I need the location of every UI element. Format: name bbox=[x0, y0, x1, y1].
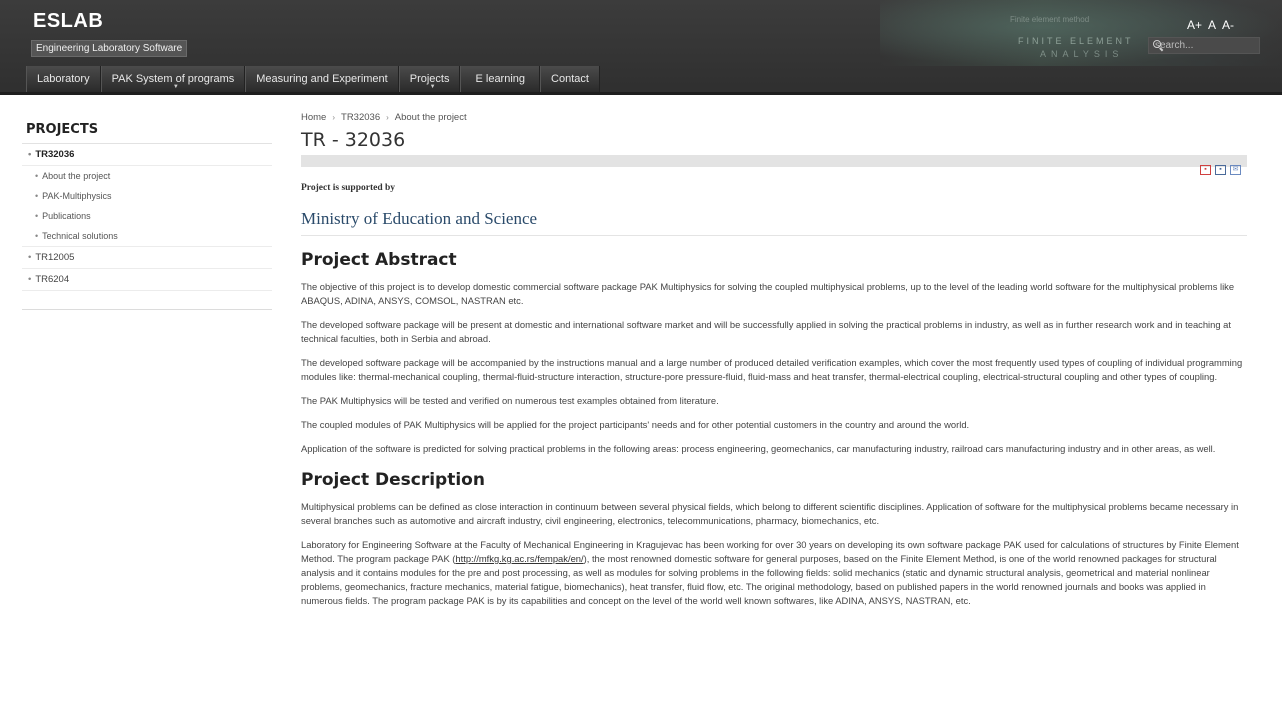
nav-label: E learning bbox=[475, 73, 526, 85]
font-reset-button[interactable]: A bbox=[1208, 18, 1216, 32]
main-content: Home › TR32036 › About the project TR - … bbox=[301, 112, 1247, 618]
abstract-paragraph: The coupled modules of PAK Multiphysics … bbox=[301, 419, 970, 430]
sidebar-item-label: TR12005 bbox=[35, 252, 75, 263]
bullet-icon: • bbox=[35, 231, 39, 241]
description-paragraph: Laboratory for Engineering Software at t… bbox=[301, 538, 1247, 608]
site-logo-title[interactable]: ESLAB bbox=[33, 10, 103, 33]
breadcrumb-current: About the project bbox=[394, 112, 467, 123]
search-input[interactable] bbox=[1152, 40, 1282, 51]
description-heading: Project Description bbox=[301, 470, 485, 490]
main-nav: Laboratory PAK System of programs ▼ Measu… bbox=[26, 66, 600, 92]
sidebar-divider bbox=[22, 309, 272, 310]
title-toolbar bbox=[301, 155, 1247, 167]
sidebar: PROJECTS • TR32036 • About the project • PA… bbox=[22, 118, 272, 310]
nav-label: Laboratory bbox=[37, 73, 90, 85]
sidebar-title: PROJECTS bbox=[22, 118, 272, 144]
font-size-controls: A+ A A- bbox=[1187, 18, 1234, 32]
sidebar-item-label: Technical solutions bbox=[42, 231, 118, 241]
bullet-icon: • bbox=[28, 252, 32, 263]
print-icon[interactable]: ▪ bbox=[1215, 165, 1226, 175]
abstract-paragraph: The objective of this project is to deve… bbox=[301, 281, 1235, 306]
sidebar-item-tr6204[interactable]: • TR6204 bbox=[22, 269, 272, 291]
email-icon[interactable]: ✉ bbox=[1230, 165, 1241, 175]
bullet-icon: • bbox=[35, 171, 39, 181]
font-decrease-button[interactable]: A- bbox=[1222, 18, 1234, 32]
nav-item-pak-system[interactable]: PAK System of programs ▼ bbox=[100, 66, 246, 92]
abstract-paragraph: The developed software package will be a… bbox=[301, 357, 1243, 382]
banner-tag: Finite element method bbox=[1010, 15, 1090, 24]
dropdown-caret-icon: ▼ bbox=[172, 84, 179, 90]
sidebar-item-label: About the project bbox=[42, 171, 111, 181]
nav-label: Measuring and Experiment bbox=[256, 73, 388, 85]
bullet-icon: • bbox=[28, 274, 32, 285]
abstract-paragraph: The PAK Multiphysics will be tested and … bbox=[301, 395, 719, 406]
supported-by-label: Project is supported by bbox=[301, 183, 396, 193]
nav-item-contact[interactable]: Contact bbox=[540, 66, 600, 92]
nav-item-projects[interactable]: Projects ▼ bbox=[398, 66, 461, 92]
breadcrumb-separator-icon: › bbox=[332, 113, 336, 122]
fempak-link[interactable]: http://mfkg.kg.ac.rs/fempak/en/ bbox=[455, 553, 583, 564]
pdf-icon[interactable]: ▪ bbox=[1200, 165, 1211, 175]
ministry-heading: Ministry of Education and Science bbox=[301, 209, 1247, 236]
sidebar-item-label: TR32036 bbox=[35, 149, 75, 160]
site-logo-subtitle: Engineering Laboratory Software bbox=[31, 40, 188, 57]
font-increase-button[interactable]: A+ bbox=[1187, 18, 1202, 32]
site-header: ESLAB Engineering Laboratory Software Fi… bbox=[0, 0, 1282, 95]
banner-subtitle: ANALYSIS bbox=[1040, 49, 1124, 59]
abstract-paragraph: Application of the software is predicted… bbox=[301, 443, 1216, 454]
sidebar-item-tr32036[interactable]: • TR32036 bbox=[22, 144, 272, 166]
sidebar-item-label: TR6204 bbox=[35, 274, 70, 285]
sidebar-item-tr12005[interactable]: • TR12005 bbox=[22, 247, 272, 269]
nav-item-e-learning[interactable]: E learning bbox=[460, 66, 541, 92]
sidebar-item-publications[interactable]: • Publications bbox=[22, 206, 272, 226]
bullet-icon: • bbox=[28, 149, 32, 160]
bullet-icon: • bbox=[35, 191, 39, 201]
abstract-paragraph: The developed software package will be p… bbox=[301, 319, 1231, 344]
article-tools: ▪ ▪ ✉ bbox=[1200, 165, 1241, 175]
sidebar-item-label: PAK-Multiphysics bbox=[42, 191, 112, 201]
sidebar-item-pak-multiphysics[interactable]: • PAK-Multiphysics bbox=[22, 186, 272, 206]
breadcrumb-separator-icon: › bbox=[386, 113, 389, 122]
nav-item-measuring[interactable]: Measuring and Experiment bbox=[245, 66, 399, 92]
description-paragraph: Multiphysical problems can be defined as… bbox=[301, 501, 1239, 526]
search-box bbox=[1148, 37, 1282, 54]
sidebar-item-about[interactable]: • About the project bbox=[22, 166, 272, 186]
abstract-heading: Project Abstract bbox=[301, 250, 457, 270]
dropdown-caret-icon: ▼ bbox=[429, 84, 436, 90]
sidebar-item-technical-solutions[interactable]: • Technical solutions bbox=[22, 226, 272, 247]
sidebar-item-label: Publications bbox=[42, 211, 91, 221]
breadcrumb: Home › TR32036 › About the project bbox=[301, 112, 1247, 123]
nav-item-laboratory[interactable]: Laboratory bbox=[26, 66, 101, 92]
breadcrumb-home[interactable]: Home bbox=[301, 112, 326, 123]
page-title: TR - 32036 bbox=[301, 129, 406, 151]
nav-label: Contact bbox=[551, 73, 589, 85]
bullet-icon: • bbox=[35, 211, 39, 221]
banner-title: FINITE ELEMENT bbox=[1018, 36, 1134, 46]
nav-bottom-strip bbox=[0, 92, 1282, 95]
breadcrumb-project[interactable]: TR32036 bbox=[341, 112, 380, 123]
